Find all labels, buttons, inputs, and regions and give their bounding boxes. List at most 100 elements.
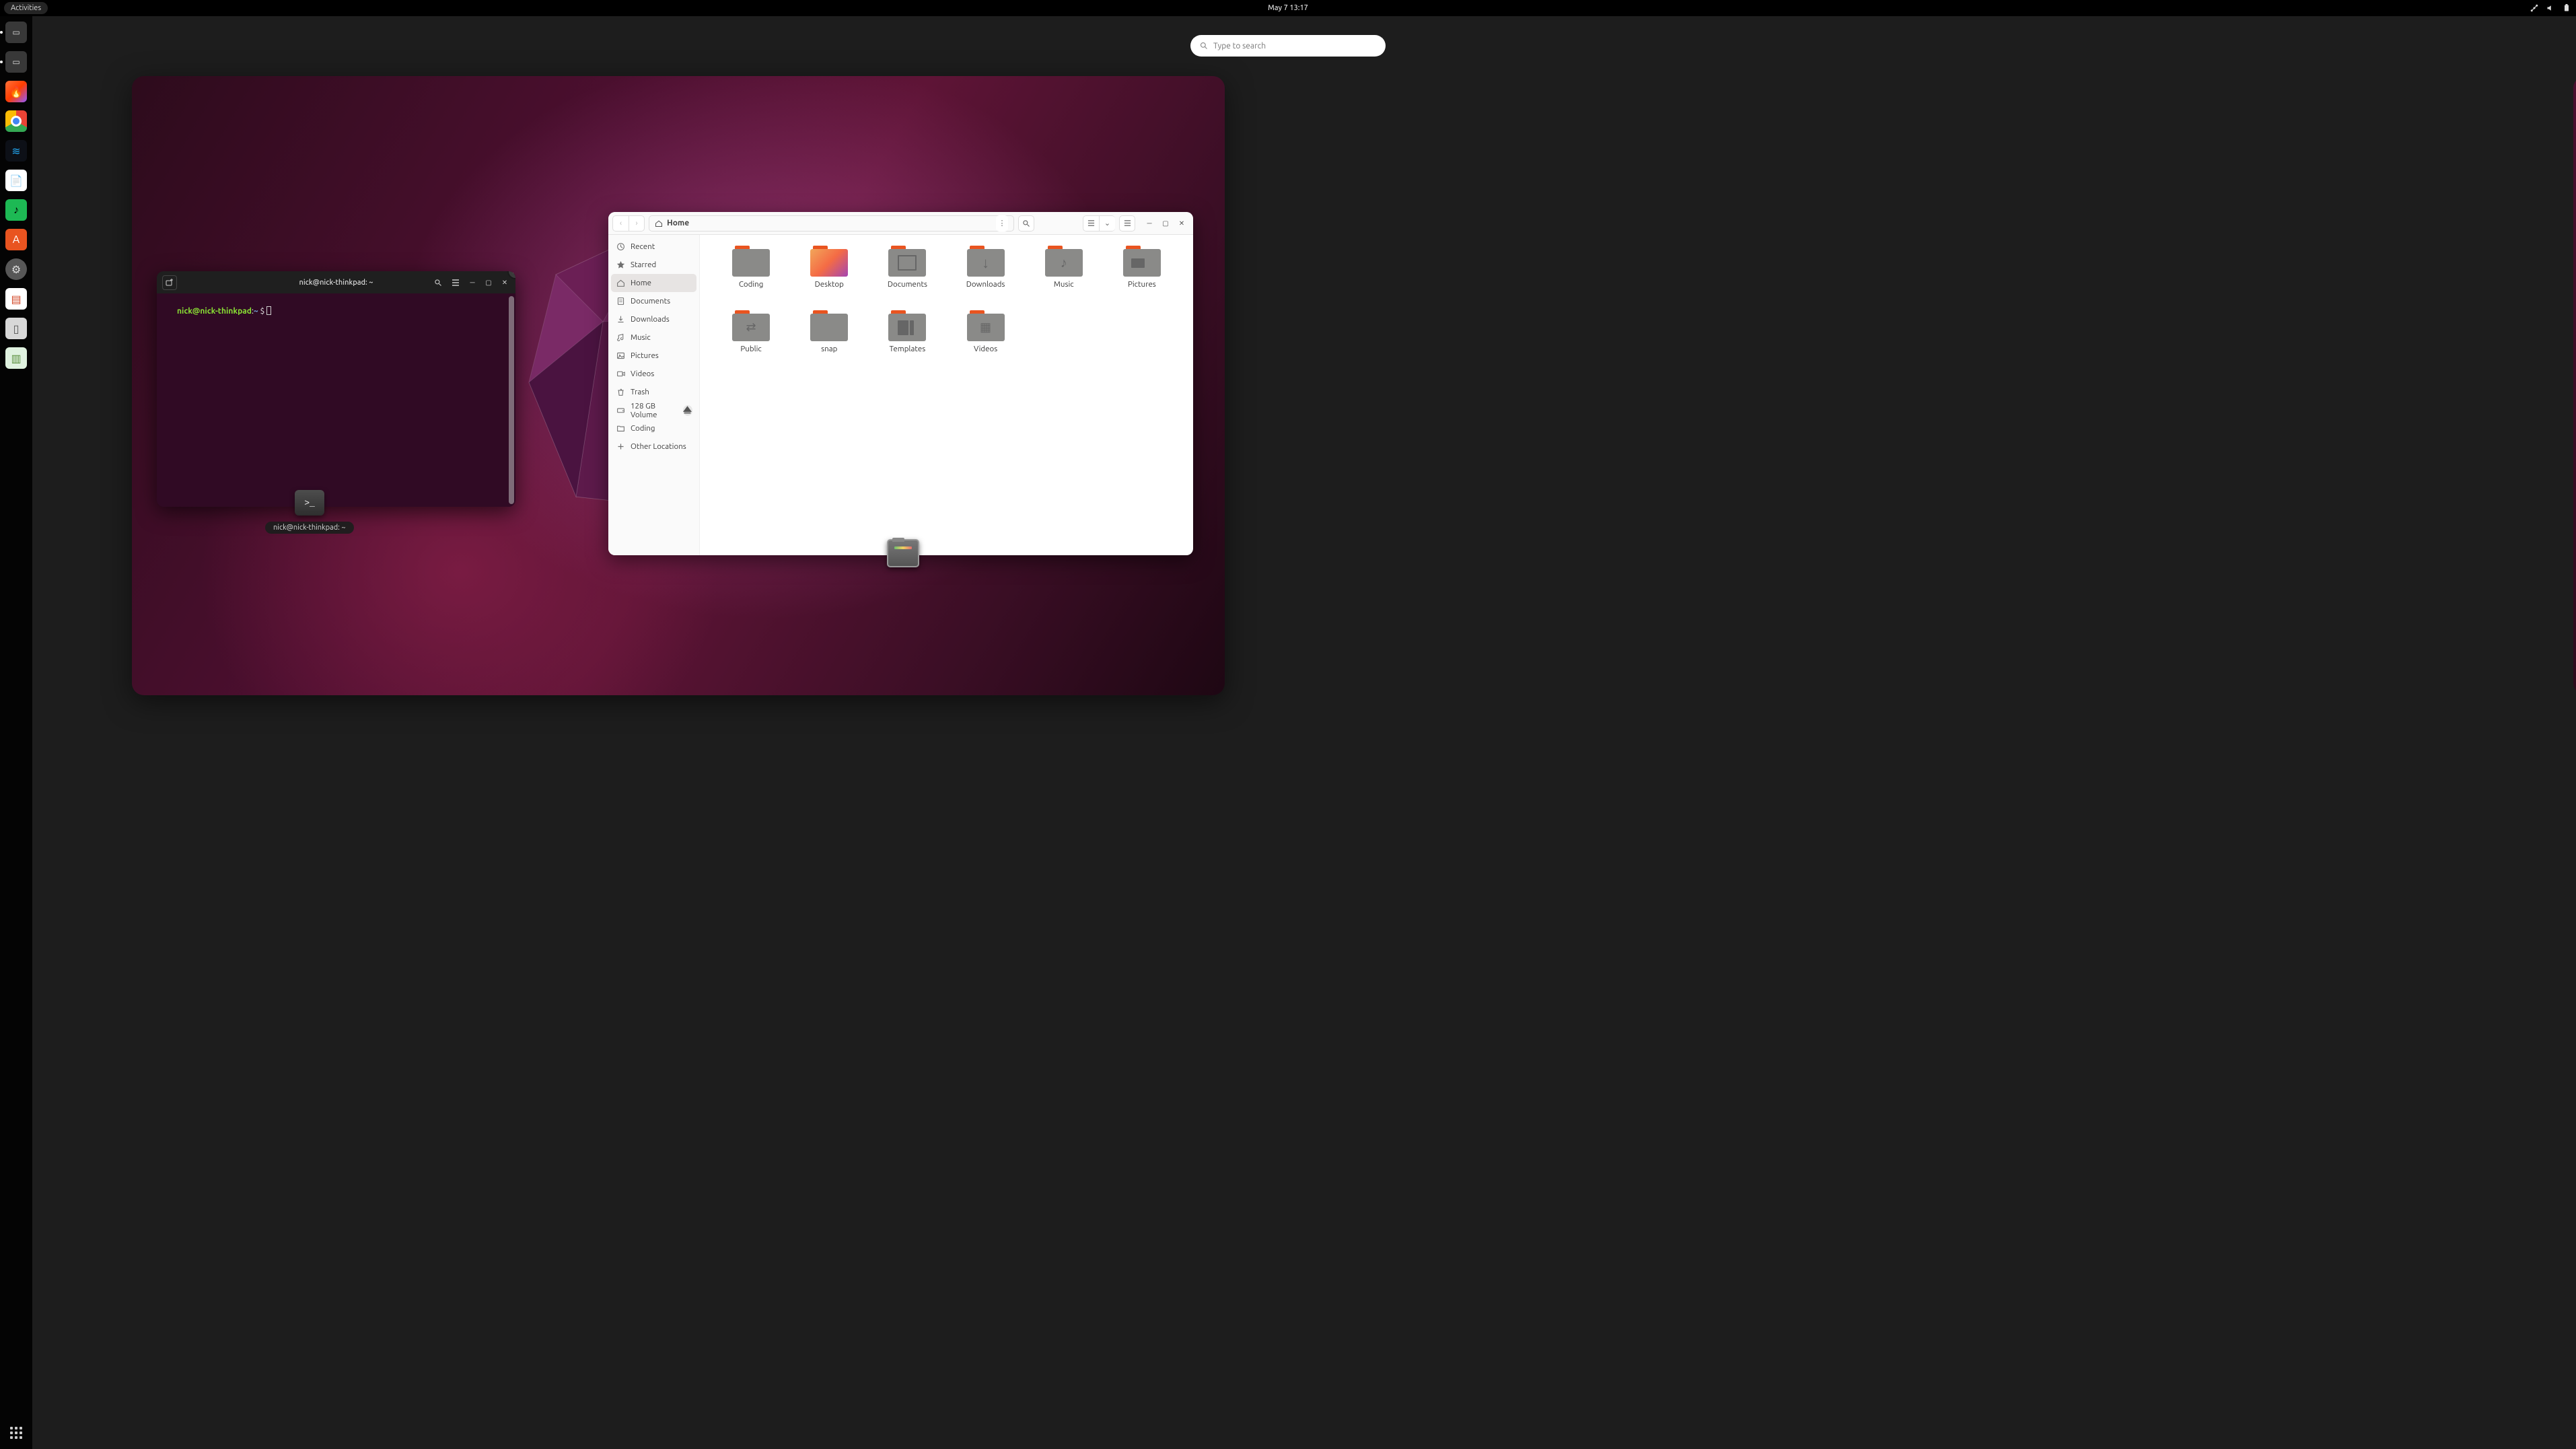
volume-icon [2546, 4, 2554, 12]
terminal-new-tab-button[interactable] [162, 275, 177, 290]
folder-label: Coding [739, 280, 763, 289]
dock-libreoffice-writer[interactable]: 📄 [5, 170, 27, 191]
folder-downloads[interactable]: Downloads [946, 246, 1024, 308]
files-sidebar-coding[interactable]: Coding [608, 419, 699, 437]
terminal-maximize-button[interactable]: ▢ [482, 276, 495, 289]
files-maximize-button[interactable]: ▢ [1158, 216, 1173, 231]
activities-button[interactable]: Activities [4, 2, 48, 14]
dock-files-thumbnail[interactable]: ▭ [5, 51, 27, 73]
terminal-overview-appicon[interactable]: >_ [295, 490, 324, 516]
folder-music[interactable]: Music [1025, 246, 1103, 308]
clock-label[interactable]: May 7 13:17 [1268, 4, 1308, 12]
files-view-list-button[interactable] [1083, 215, 1099, 232]
files-sidebar-music[interactable]: Music [608, 328, 699, 347]
folder-label: Documents [888, 280, 927, 289]
folder-snap[interactable]: snap [790, 310, 868, 372]
dock-firefox[interactable]: 🔥 [5, 81, 27, 102]
folder-videos[interactable]: Videos [946, 310, 1024, 372]
terminal-scrollbar[interactable] [509, 296, 514, 504]
terminal-window[interactable]: nick@nick-thinkpad: ~ ─ ▢ ✕ nick@nick-th… [157, 271, 515, 507]
folder-icon [732, 310, 770, 341]
workspace-2-peek[interactable] [2573, 76, 2576, 695]
files-minimize-button[interactable]: ─ [1142, 216, 1157, 231]
network-icon [2530, 4, 2538, 12]
folder-icon [1123, 246, 1161, 277]
sidebar-item-label: Music [631, 333, 651, 342]
sidebar-item-label: Starred [631, 260, 656, 269]
workspace-1[interactable]: nick@nick-thinkpad: ~ ─ ▢ ✕ nick@nick-th… [132, 76, 1225, 695]
terminal-overview-label: nick@nick-thinkpad: ~ [265, 522, 354, 534]
files-path-menu-button[interactable]: ⋮ [996, 215, 1008, 232]
dock-vscode[interactable]: ≋ [5, 140, 27, 162]
files-pathbar[interactable]: Home ⋮ [649, 215, 1014, 232]
trash-icon [616, 388, 625, 396]
files-grid[interactable]: Coding Desktop Documents DownloadsMusicPict… [700, 235, 1193, 555]
files-close-button[interactable]: ✕ [1174, 216, 1189, 231]
folder-coding[interactable]: Coding [712, 246, 790, 308]
files-sidebar-recent[interactable]: Recent [608, 238, 699, 256]
list-view-icon [1087, 219, 1095, 227]
terminal-body[interactable]: nick@nick-thinkpad:~ $ [157, 293, 515, 507]
overview-search-input[interactable] [1213, 42, 1376, 50]
files-overview-appicon[interactable] [887, 539, 919, 567]
folder-templates[interactable]: Templates [868, 310, 946, 372]
folder-label: Templates [890, 345, 926, 353]
dock-usb-drive[interactable]: ▯ [5, 318, 27, 339]
files-sidebar: Recent Starred Home Documents Downloads Music… [608, 235, 700, 555]
drive-icon [616, 406, 625, 415]
files-sidebar-other-locations[interactable]: Other Locations [608, 437, 699, 456]
files-sidebar-pictures[interactable]: Pictures [608, 347, 699, 365]
dock-ubuntu-software[interactable]: A [5, 229, 27, 250]
folder-icon [1045, 246, 1083, 277]
sidebar-item-label: Home [631, 279, 651, 287]
eject-button[interactable] [683, 405, 692, 416]
terminal-titlebar[interactable]: nick@nick-thinkpad: ~ ─ ▢ ✕ [157, 271, 515, 293]
show-applications-button[interactable] [7, 1423, 26, 1442]
folder-icon [810, 310, 848, 341]
sidebar-item-label: Coding [631, 424, 655, 433]
terminal-cursor [266, 306, 271, 315]
terminal-search-button[interactable] [431, 275, 445, 290]
dock-settings[interactable]: ⚙ [5, 258, 27, 280]
home-icon [655, 219, 663, 227]
files-search-button[interactable] [1018, 215, 1034, 232]
terminal-menu-button[interactable] [448, 275, 463, 290]
sidebar-item-label: Downloads [631, 315, 670, 324]
files-sidebar-128-gb-volume[interactable]: 128 GB Volume [608, 401, 699, 419]
terminal-close-button[interactable]: ✕ [498, 276, 511, 289]
files-view-dropdown-button[interactable]: ⌄ [1099, 215, 1115, 232]
dock-spotify[interactable]: ♪ [5, 199, 27, 221]
files-sidebar-home[interactable]: Home [611, 274, 696, 292]
sidebar-item-label: Videos [631, 369, 654, 378]
files-hamburger-button[interactable] [1119, 215, 1135, 232]
files-sidebar-starred[interactable]: Starred [608, 256, 699, 274]
music-icon [616, 333, 625, 342]
dock-chrome[interactable] [5, 110, 27, 132]
folder-pictures[interactable]: Pictures [1103, 246, 1181, 308]
files-nav-back-button[interactable]: ‹ [612, 215, 629, 232]
files-nav-forward-button[interactable]: › [629, 215, 645, 232]
dock-terminal-thumbnail[interactable]: ▭ [5, 22, 27, 43]
folder-documents[interactable]: Documents [868, 246, 946, 308]
terminal-title: nick@nick-thinkpad: ~ [299, 279, 373, 287]
folder-desktop[interactable]: Desktop [790, 246, 868, 308]
files-sidebar-downloads[interactable]: Downloads [608, 310, 699, 328]
terminal-minimize-button[interactable]: ─ [466, 276, 479, 289]
files-sidebar-videos[interactable]: Videos [608, 365, 699, 383]
files-window[interactable]: ‹ › Home ⋮ ⌄ ─ [608, 212, 1193, 555]
search-icon [1200, 42, 1208, 50]
folder-public[interactable]: Public [712, 310, 790, 372]
sidebar-item-label: Other Locations [631, 442, 686, 451]
dock-archive-manager[interactable]: ▥ [5, 347, 27, 369]
doc-icon [616, 297, 625, 306]
sidebar-item-label: Pictures [631, 351, 659, 360]
star-icon [616, 260, 625, 269]
sidebar-item-label: 128 GB Volume [631, 402, 678, 419]
overview-search[interactable] [1190, 35, 1386, 57]
system-tray[interactable] [2530, 4, 2571, 12]
search-icon [434, 279, 442, 287]
dock-wps[interactable]: ▤ [5, 288, 27, 310]
files-sidebar-trash[interactable]: Trash [608, 383, 699, 401]
files-headerbar[interactable]: ‹ › Home ⋮ ⌄ ─ [608, 212, 1193, 235]
files-sidebar-documents[interactable]: Documents [608, 292, 699, 310]
